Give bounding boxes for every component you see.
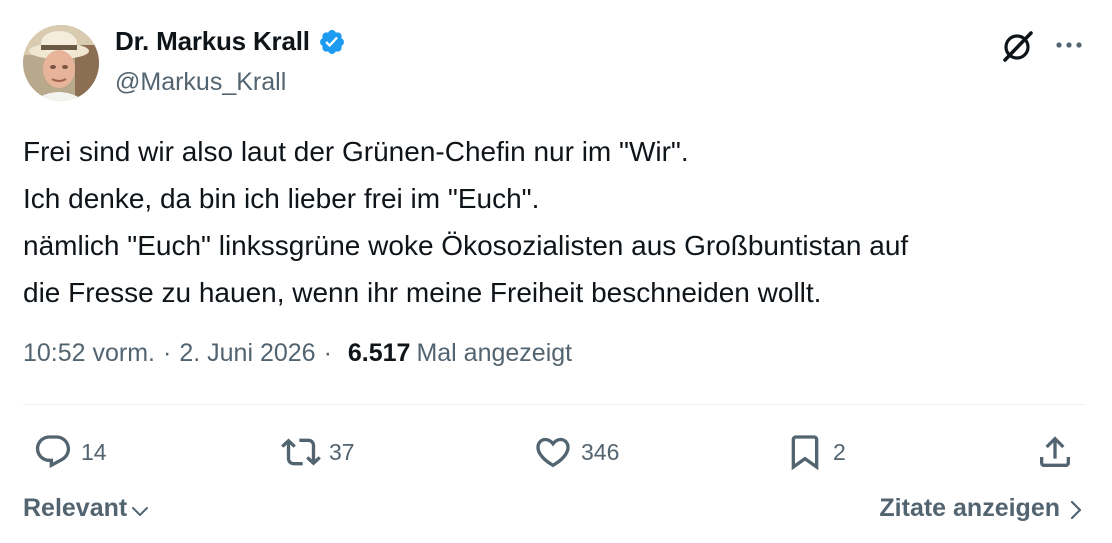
tweet-text: Frei sind wir also laut der Grünen-Chefi… — [23, 128, 1083, 316]
quotes-label: Zitate anzeigen — [879, 494, 1060, 522]
action-bar: 14 37 346 2 — [23, 427, 1086, 477]
author-display-name[interactable]: Dr. Markus Krall — [115, 26, 310, 57]
bookmark-count: 2 — [833, 438, 846, 465]
bookmark-button[interactable]: 2 — [785, 427, 846, 477]
sort-label: Relevant — [23, 494, 128, 522]
divider — [23, 404, 1086, 405]
tweet-text-line: die Fresse zu hauen, wenn ihr meine Frei… — [23, 277, 822, 308]
reply-button[interactable]: 14 — [33, 427, 107, 477]
chevron-right-icon — [1070, 500, 1082, 520]
heart-icon — [536, 437, 570, 468]
meta-separator: · — [163, 339, 172, 367]
bookmark-icon — [791, 435, 819, 471]
retweet-count: 37 — [329, 438, 355, 465]
verified-badge-icon[interactable] — [318, 28, 346, 56]
reply-icon — [35, 435, 71, 469]
reply-count: 14 — [81, 438, 107, 465]
retweet-button[interactable]: 37 — [281, 427, 355, 477]
tweet-text-line: Frei sind wir also laut der Grünen-Chefi… — [23, 136, 689, 167]
tweet-time[interactable]: 10:52 vorm. — [23, 339, 155, 368]
avatar[interactable] — [23, 25, 99, 101]
like-count: 346 — [581, 438, 620, 465]
share-icon — [1040, 436, 1070, 467]
view-quotes-link[interactable]: Zitate anzeigen — [879, 494, 1086, 523]
tweet-date[interactable]: 2. Juni 2026 — [179, 339, 315, 368]
like-button[interactable]: 346 — [533, 427, 619, 477]
meta-separator: · — [323, 339, 332, 367]
grok-icon[interactable] — [1000, 28, 1036, 64]
chevron-down-icon — [132, 506, 149, 516]
more-icon[interactable] — [1052, 30, 1086, 60]
views-count[interactable]: 6.517 — [348, 339, 411, 368]
tweet-text-line: Ich denke, da bin ich lieber frei im "Eu… — [23, 183, 540, 214]
share-button[interactable] — [1035, 427, 1075, 477]
sort-replies-dropdown[interactable]: Relevant — [23, 494, 151, 523]
retweet-icon — [281, 438, 321, 466]
author-handle[interactable]: @Markus_Krall — [115, 68, 286, 97]
author-name-row[interactable]: Dr. Markus Krall — [115, 26, 346, 57]
views-label[interactable]: Mal angezeigt — [416, 339, 572, 368]
tweet-text-line: nämlich "Euch" linkssgrüne woke Ökosozia… — [23, 230, 909, 261]
tweet-meta: 10:52 vorm. · 2. Juni 2026 · 6.517 Mal a… — [23, 339, 572, 368]
